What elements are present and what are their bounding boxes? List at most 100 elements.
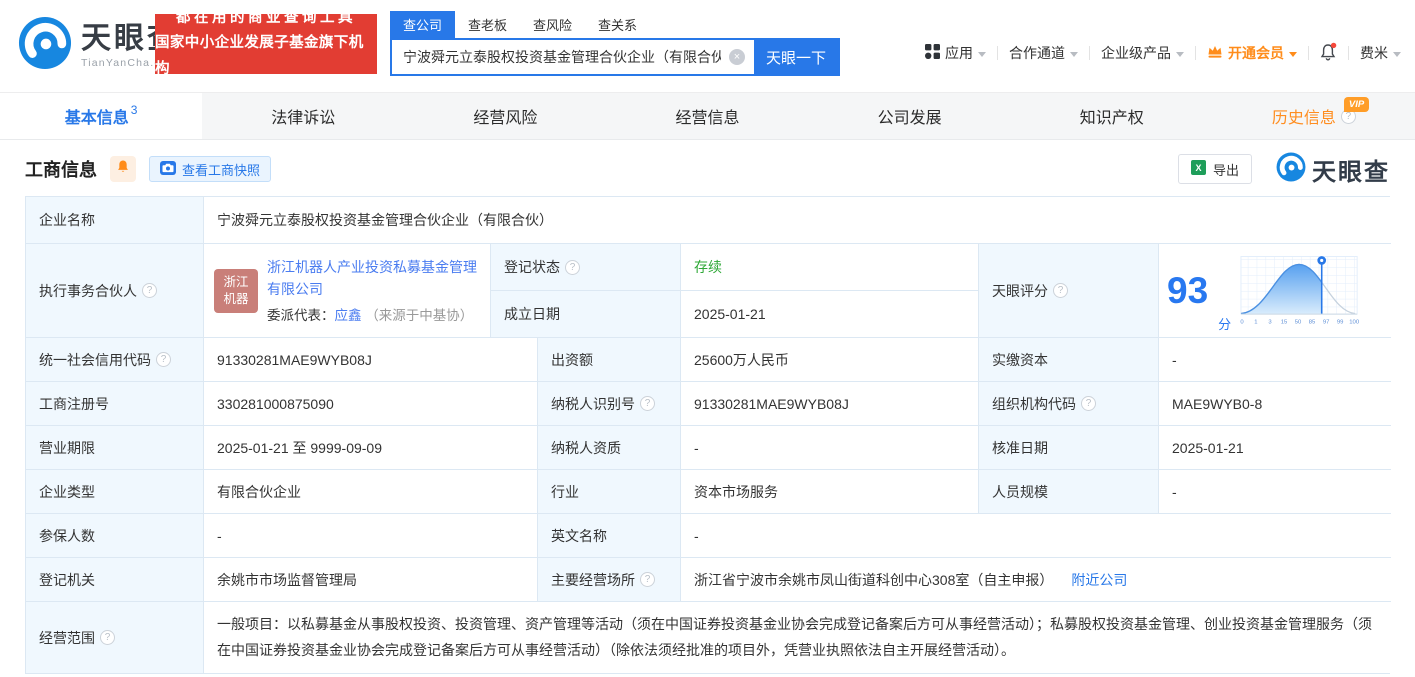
label-business-premises: 主要经营场所 ?: [538, 558, 681, 602]
value-registration-authority: 余姚市市场监督管理局: [204, 558, 538, 602]
nav-partner-label: 合作通道: [1009, 45, 1065, 61]
label-business-scope: 经营范围 ?: [26, 602, 204, 673]
help-icon[interactable]: ?: [1081, 396, 1096, 411]
search-area: 查公司 查老板 查风险 查关系 × 天眼一下: [390, 11, 840, 76]
rep-name-link[interactable]: 应鑫: [335, 308, 362, 323]
value-business-scope: 一般项目：以私募基金从事股权投资、投资管理、资产管理等活动（须在中国证券投资基金…: [204, 602, 1391, 673]
business-info-table: 企业名称 宁波舜元立泰股权投资基金管理合伙企业（有限合伙） 执行事务合伙人 ? …: [25, 196, 1391, 674]
field-value: 2025-01-21 至 9999-09-09: [217, 439, 383, 456]
label-org-code: 组织机构代码 ?: [979, 382, 1159, 426]
label-registration-status: 登记状态 ?: [491, 244, 681, 291]
field-label: 纳税人资质: [551, 439, 621, 456]
tab-history[interactable]: 历史信息 ? VIP: [1213, 93, 1415, 139]
search-button[interactable]: 天眼一下: [754, 40, 838, 74]
top-nav: 应用 合作通道 企业级产品 开通会员 费米: [925, 42, 1401, 64]
tab-development-label: 公司发展: [877, 110, 942, 127]
nav-enterprise-label: 企业级产品: [1101, 45, 1171, 61]
field-value: 2025-01-21: [694, 306, 766, 322]
excel-icon: X: [1190, 160, 1206, 178]
score-distribution-chart: 0 1 3 15 50 85 97 99 100: [1239, 251, 1367, 330]
help-icon[interactable]: ?: [156, 352, 171, 367]
svg-text:15: 15: [1281, 319, 1288, 325]
field-label: 纳税人识别号: [551, 395, 635, 412]
nav-open-vip[interactable]: 开通会员: [1207, 43, 1297, 63]
nav-partner-channel[interactable]: 合作通道: [1009, 43, 1078, 63]
search-tab-boss[interactable]: 查老板: [455, 11, 520, 38]
tab-basic-info[interactable]: 基本信息 3: [0, 93, 203, 139]
tab-development[interactable]: 公司发展: [809, 93, 1011, 139]
label-taxpayer-id: 纳税人识别号 ?: [538, 382, 681, 426]
company-avatar[interactable]: 浙江 机器: [214, 268, 258, 313]
svg-text:50: 50: [1295, 319, 1302, 325]
tianyancha-logo-icon: [18, 16, 72, 75]
tab-risk[interactable]: 经营风险: [404, 93, 606, 139]
help-icon[interactable]: ?: [100, 630, 115, 645]
avatar-text: 机器: [223, 291, 249, 306]
field-value: 91330281MAE9WYB08J: [694, 395, 849, 412]
value-approval-date: 2025-01-21: [1159, 426, 1391, 470]
export-button[interactable]: X 导出: [1177, 154, 1252, 184]
help-icon[interactable]: ?: [640, 572, 655, 587]
search-input[interactable]: [392, 40, 729, 74]
field-label: 天眼评分: [992, 282, 1048, 299]
svg-text:3: 3: [1269, 319, 1273, 325]
label-tianyan-score: 天眼评分 ?: [979, 244, 1159, 338]
monitor-bell-button[interactable]: [110, 156, 136, 182]
value-staff-size: -: [1159, 470, 1391, 514]
nav-notifications[interactable]: [1320, 42, 1337, 64]
top-header: 天眼查 TianYanCha.com 都在用的商业查询工具 国家中小企业发展子基…: [0, 0, 1415, 92]
svg-text:97: 97: [1323, 319, 1330, 325]
search-tab-risk[interactable]: 查风险: [520, 11, 585, 38]
field-label: 英文名称: [551, 527, 607, 544]
field-label: 人员规模: [992, 483, 1048, 500]
tab-basic-count: 3: [130, 103, 138, 117]
nearby-companies-link[interactable]: 附近公司: [1071, 570, 1127, 590]
value-registration-number: 330281000875090: [204, 382, 538, 426]
partner-company-link[interactable]: 浙江机器人产业投资私募基金管理有限公司: [267, 257, 480, 300]
field-label: 营业期限: [39, 439, 95, 456]
field-label: 经营范围: [39, 629, 95, 646]
export-button-label: 导出: [1212, 162, 1239, 178]
label-insured-staff: 参保人数: [26, 514, 204, 558]
company-tabstrip: 基本信息 3 法律诉讼 经营风险 经营信息 公司发展 知识产权 历史信息 ? V…: [0, 92, 1415, 140]
tab-operation[interactable]: 经营信息: [606, 93, 808, 139]
search-tab-relation[interactable]: 查关系: [585, 11, 650, 38]
value-english-name: -: [681, 514, 1391, 558]
nav-apps[interactable]: 应用: [925, 43, 986, 63]
search-tab-company[interactable]: 查公司: [390, 11, 456, 38]
help-icon[interactable]: ?: [565, 259, 580, 275]
chevron-down-icon: [1289, 51, 1297, 57]
field-label: 核准日期: [992, 439, 1048, 456]
field-value: 330281000875090: [217, 395, 334, 412]
svg-text:X: X: [1195, 163, 1201, 173]
value-insured-staff: -: [204, 514, 538, 558]
field-label: 企业类型: [39, 483, 95, 500]
tab-legal[interactable]: 法律诉讼: [202, 93, 404, 139]
field-value: MAE9WYB0-8: [1172, 395, 1263, 412]
field-label: 行业: [551, 483, 579, 500]
nav-enterprise-products[interactable]: 企业级产品: [1101, 43, 1184, 63]
clear-icon[interactable]: ×: [729, 49, 745, 65]
value-paid-in-capital: -: [1159, 338, 1391, 382]
help-icon[interactable]: ?: [640, 396, 655, 411]
label-staff-size: 人员规模: [979, 470, 1159, 514]
chevron-down-icon: [1176, 51, 1184, 57]
nav-divider: [1089, 46, 1090, 60]
avatar-text: 浙江: [223, 274, 249, 289]
tab-ip[interactable]: 知识产权: [1011, 93, 1213, 139]
nav-user[interactable]: 费米: [1360, 43, 1401, 63]
field-value: 2025-01-21: [1172, 439, 1244, 456]
field-label: 企业名称: [39, 212, 95, 228]
field-value: -: [694, 527, 699, 544]
nav-user-label: 费米: [1360, 45, 1388, 61]
value-org-code: MAE9WYB0-8: [1159, 382, 1391, 426]
snapshot-button[interactable]: 查看工商快照: [149, 156, 272, 182]
help-icon[interactable]: ?: [1053, 283, 1068, 298]
svg-text:0: 0: [1240, 319, 1244, 325]
value-tianyan-score[interactable]: 93 分 0 1 3 15 50 85 97 99 100: [1159, 244, 1391, 338]
svg-text:99: 99: [1337, 319, 1344, 325]
table-row: 参保人数 - 英文名称 -: [26, 514, 1391, 558]
help-icon[interactable]: ?: [142, 283, 157, 298]
chevron-down-icon: [1393, 51, 1401, 57]
label-paid-in-capital: 实缴资本: [979, 338, 1159, 382]
